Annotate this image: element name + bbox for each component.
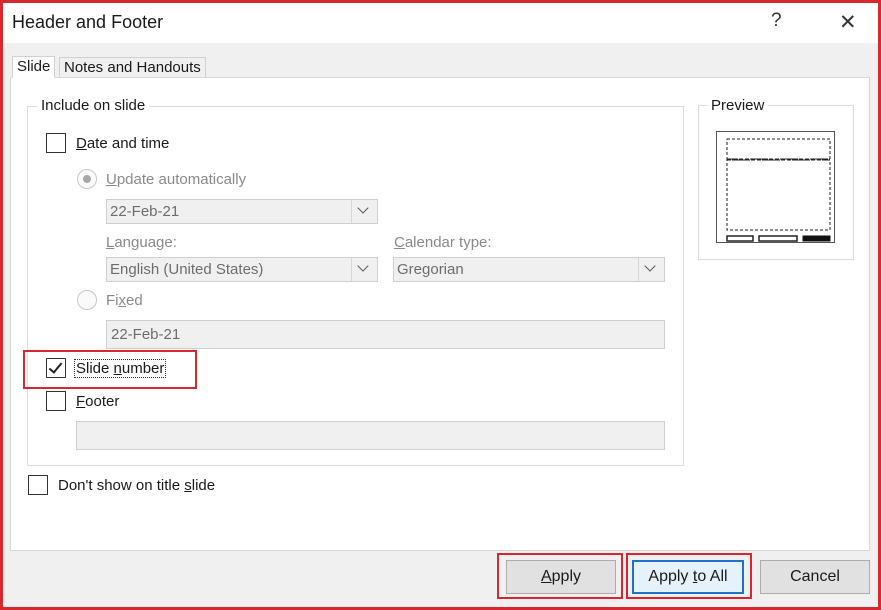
- preview-legend: Preview: [707, 97, 769, 114]
- dont-show-title-slide-checkbox[interactable]: [28, 475, 48, 495]
- date-time-label[interactable]: Date and time: [76, 135, 169, 152]
- language-select[interactable]: English (United States): [106, 257, 378, 282]
- fixed-label[interactable]: Fixed: [106, 292, 143, 309]
- slide-preview-graphic: [726, 138, 831, 242]
- include-on-slide-group: [27, 106, 684, 466]
- slide-number-label[interactable]: Slide number: [74, 359, 167, 378]
- update-automatically-label[interactable]: Update automatically: [106, 171, 246, 188]
- tab-notes-handouts[interactable]: Notes and Handouts: [59, 57, 206, 78]
- help-icon[interactable]: ?: [771, 10, 782, 32]
- tab-slide[interactable]: Slide: [12, 56, 56, 78]
- fixed-date-input[interactable]: 22-Feb-21: [106, 320, 665, 349]
- fixed-date-value: 22-Feb-21: [111, 326, 181, 343]
- include-on-slide-legend: Include on slide: [37, 97, 150, 114]
- checkmark-icon: [48, 359, 63, 374]
- apply-to-all-button[interactable]: Apply to All: [632, 560, 744, 594]
- calendar-type-label: Calendar type:: [394, 234, 492, 251]
- slide-preview: [716, 131, 835, 243]
- footer-label[interactable]: Footer: [76, 393, 119, 410]
- chevron-down-icon: [351, 258, 377, 281]
- close-icon[interactable]: ✕: [839, 10, 857, 35]
- chevron-down-icon: [351, 200, 377, 223]
- date-format-select[interactable]: 22-Feb-21: [106, 199, 378, 224]
- cancel-button[interactable]: Cancel: [760, 560, 870, 594]
- fixed-radio[interactable]: [77, 290, 97, 310]
- chevron-down-icon: [638, 258, 664, 281]
- apply-button[interactable]: Apply: [506, 560, 616, 594]
- calendar-type-value: Gregorian: [397, 261, 464, 278]
- tab-slide-label: Slide: [17, 58, 51, 75]
- language-label: Language:: [106, 234, 177, 251]
- date-time-checkbox[interactable]: [46, 133, 66, 153]
- tab-notes-handouts-label: Notes and Handouts: [64, 59, 201, 76]
- footer-checkbox[interactable]: [46, 391, 66, 411]
- footer-input[interactable]: [76, 421, 665, 450]
- update-automatically-radio[interactable]: [77, 169, 97, 189]
- title-bar: Header and Footer ? ✕: [3, 3, 878, 43]
- calendar-type-select[interactable]: Gregorian: [393, 257, 665, 282]
- dialog-title: Header and Footer: [12, 12, 164, 32]
- slide-number-checkbox[interactable]: [46, 358, 66, 378]
- radio-selected-dot: [83, 175, 91, 183]
- date-format-value: 22-Feb-21: [110, 203, 180, 220]
- dont-show-title-slide-label[interactable]: Don't show on title slide: [58, 477, 215, 494]
- language-value: English (United States): [110, 261, 264, 278]
